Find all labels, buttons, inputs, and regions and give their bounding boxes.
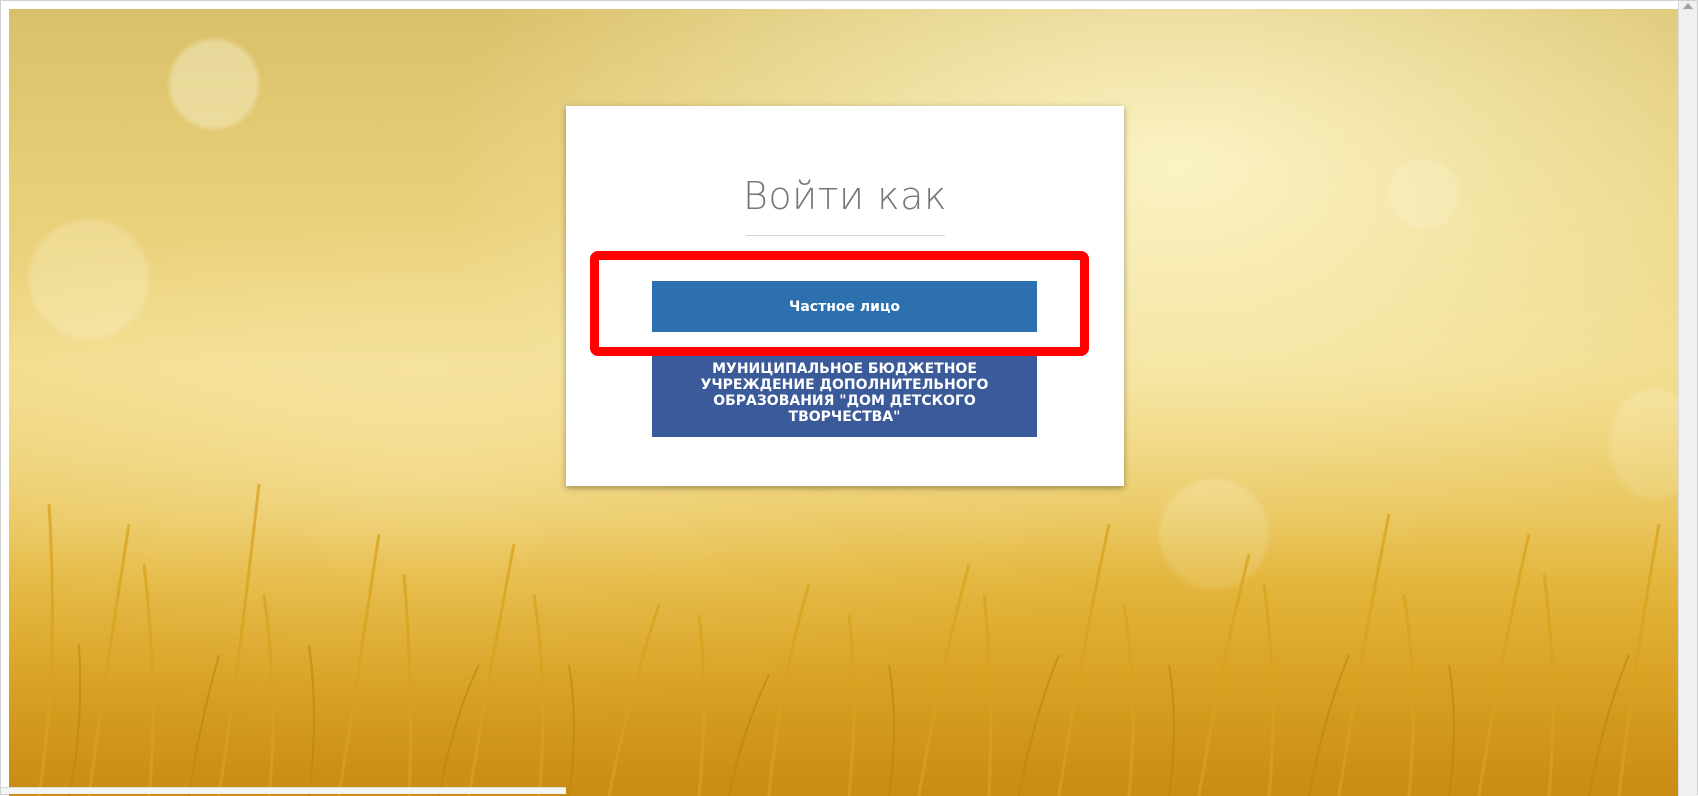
horizontal-scrollbar[interactable] bbox=[1, 787, 566, 794]
title-divider bbox=[746, 235, 945, 236]
organization-button[interactable]: МУНИЦИПАЛЬНОЕ БЮДЖЕТНОЕ УЧРЕЖДЕНИЕ ДОПОЛ… bbox=[652, 349, 1037, 437]
bokeh-light bbox=[29, 219, 149, 339]
bokeh-light bbox=[1389, 159, 1459, 229]
login-title: Войти как bbox=[742, 174, 948, 218]
bokeh-light bbox=[169, 39, 259, 129]
vertical-scrollbar[interactable] bbox=[1678, 1, 1697, 796]
login-card: Войти как Частное лицо МУНИЦИПАЛЬНОЕ БЮД… bbox=[566, 106, 1124, 486]
scroll-up-icon[interactable] bbox=[1683, 3, 1693, 9]
private-person-button[interactable]: Частное лицо bbox=[652, 281, 1037, 332]
browser-viewport: Войти как Частное лицо МУНИЦИПАЛЬНОЕ БЮД… bbox=[0, 0, 1698, 796]
